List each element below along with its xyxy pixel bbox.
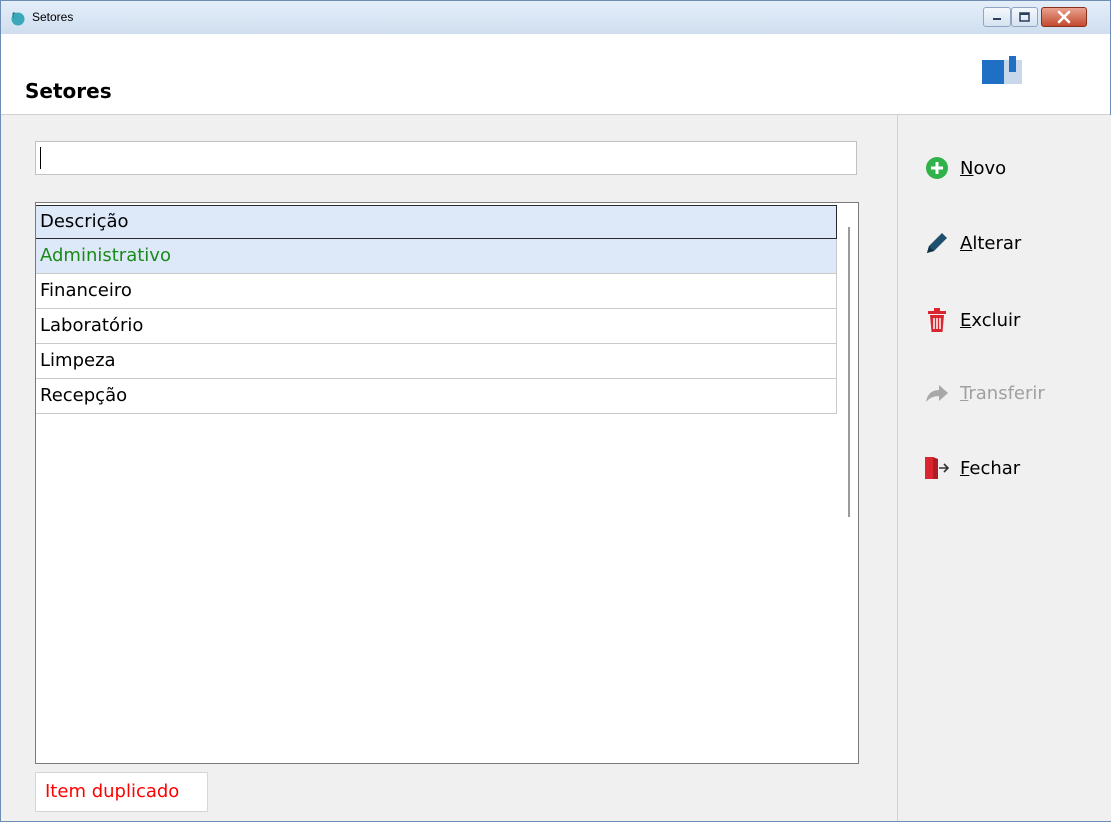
search-input[interactable] (35, 141, 857, 175)
title-bar[interactable]: Setores (1, 1, 1110, 35)
close-window-button[interactable] (1041, 7, 1087, 27)
page-title: Setores (25, 79, 112, 103)
minimize-button[interactable] (983, 7, 1011, 27)
plus-circle-icon (924, 155, 950, 181)
new-button[interactable]: Novo (924, 153, 1006, 183)
column-header-descricao[interactable]: Descrição (36, 205, 837, 239)
status-message: Item duplicado (35, 772, 208, 812)
vertical-scrollbar[interactable] (840, 205, 858, 761)
share-arrow-icon (924, 380, 950, 406)
page-header: Setores (1, 34, 1110, 115)
app-logo-icon (11, 12, 25, 26)
table-row[interactable]: Limpeza (36, 344, 837, 379)
table-row[interactable]: Recepção (36, 379, 837, 414)
transfer-button-label: Transferir (960, 382, 1045, 404)
new-button-label: Novo (960, 157, 1007, 179)
delete-button-label: Excluir (960, 309, 1021, 331)
table-row[interactable]: Laboratório (36, 309, 837, 344)
text-cursor (40, 147, 41, 169)
maximize-button[interactable] (1011, 7, 1038, 27)
restore-icon (1019, 12, 1030, 22)
transfer-button[interactable]: Transferir (924, 378, 1045, 408)
edit-button[interactable]: Alterar (924, 228, 1021, 258)
app-window: Setores Setores Descrição Administrativo… (0, 0, 1111, 822)
delete-button[interactable]: Excluir (924, 305, 1020, 335)
edit-button-label: Alterar (960, 232, 1022, 254)
action-panel: Novo Alterar Excluir Transferir Fechar (897, 115, 1111, 821)
book-icon (982, 56, 1022, 84)
close-button-label: Fechar (960, 457, 1021, 479)
exit-door-icon (924, 455, 950, 481)
close-button[interactable]: Fechar (924, 453, 1020, 483)
table-row[interactable]: Administrativo (36, 239, 837, 274)
window-title: Setores (32, 10, 74, 24)
minimize-icon (993, 18, 1001, 20)
scrollbar-thumb[interactable] (848, 227, 850, 517)
trash-icon (924, 307, 950, 333)
table-row[interactable]: Financeiro (36, 274, 837, 309)
close-icon (1057, 10, 1071, 24)
main-content: Descrição Administrativo Financeiro Labo… (1, 115, 897, 821)
sectors-table[interactable]: Descrição Administrativo Financeiro Labo… (35, 202, 859, 764)
pencil-icon (924, 230, 950, 256)
